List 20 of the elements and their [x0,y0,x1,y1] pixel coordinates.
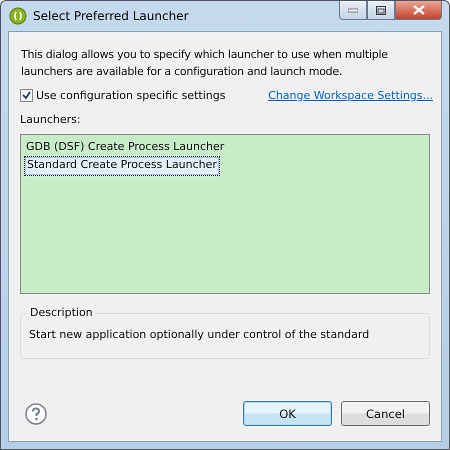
dialog-button[interactable]: OK [243,401,332,426]
maximize-button[interactable] [367,1,395,20]
description-text: Start new application optionally under control of the standard [29,328,370,341]
launchers-label: Launchers: [20,113,82,126]
close-icon [412,5,424,15]
close-button[interactable] [395,1,442,20]
dialog-button[interactable]: Cancel [341,401,430,426]
launcher-item[interactable]: GDB (DSF) Create Process Launcher [24,138,226,156]
description-title: Description [28,306,95,319]
use-specific-label: Use configuration specific settings [36,88,226,102]
intro-text: This dialog allows you to specify which launcher to use when multiple launchers are available for a configuration and launch mode. [20,47,389,80]
minimize-icon [348,7,358,13]
workspace-settings-link[interactable]: Change Workspace Settings... [268,88,433,102]
launcher-item[interactable]: Standard Create Process Launcher [24,156,220,176]
minimize-button[interactable] [339,1,367,20]
window-title: Select Preferred Launcher [33,9,188,23]
app-icon [9,7,27,25]
help-icon[interactable] [25,402,47,424]
use-specific-checkbox[interactable] [20,88,33,102]
maximize-icon [376,6,386,14]
